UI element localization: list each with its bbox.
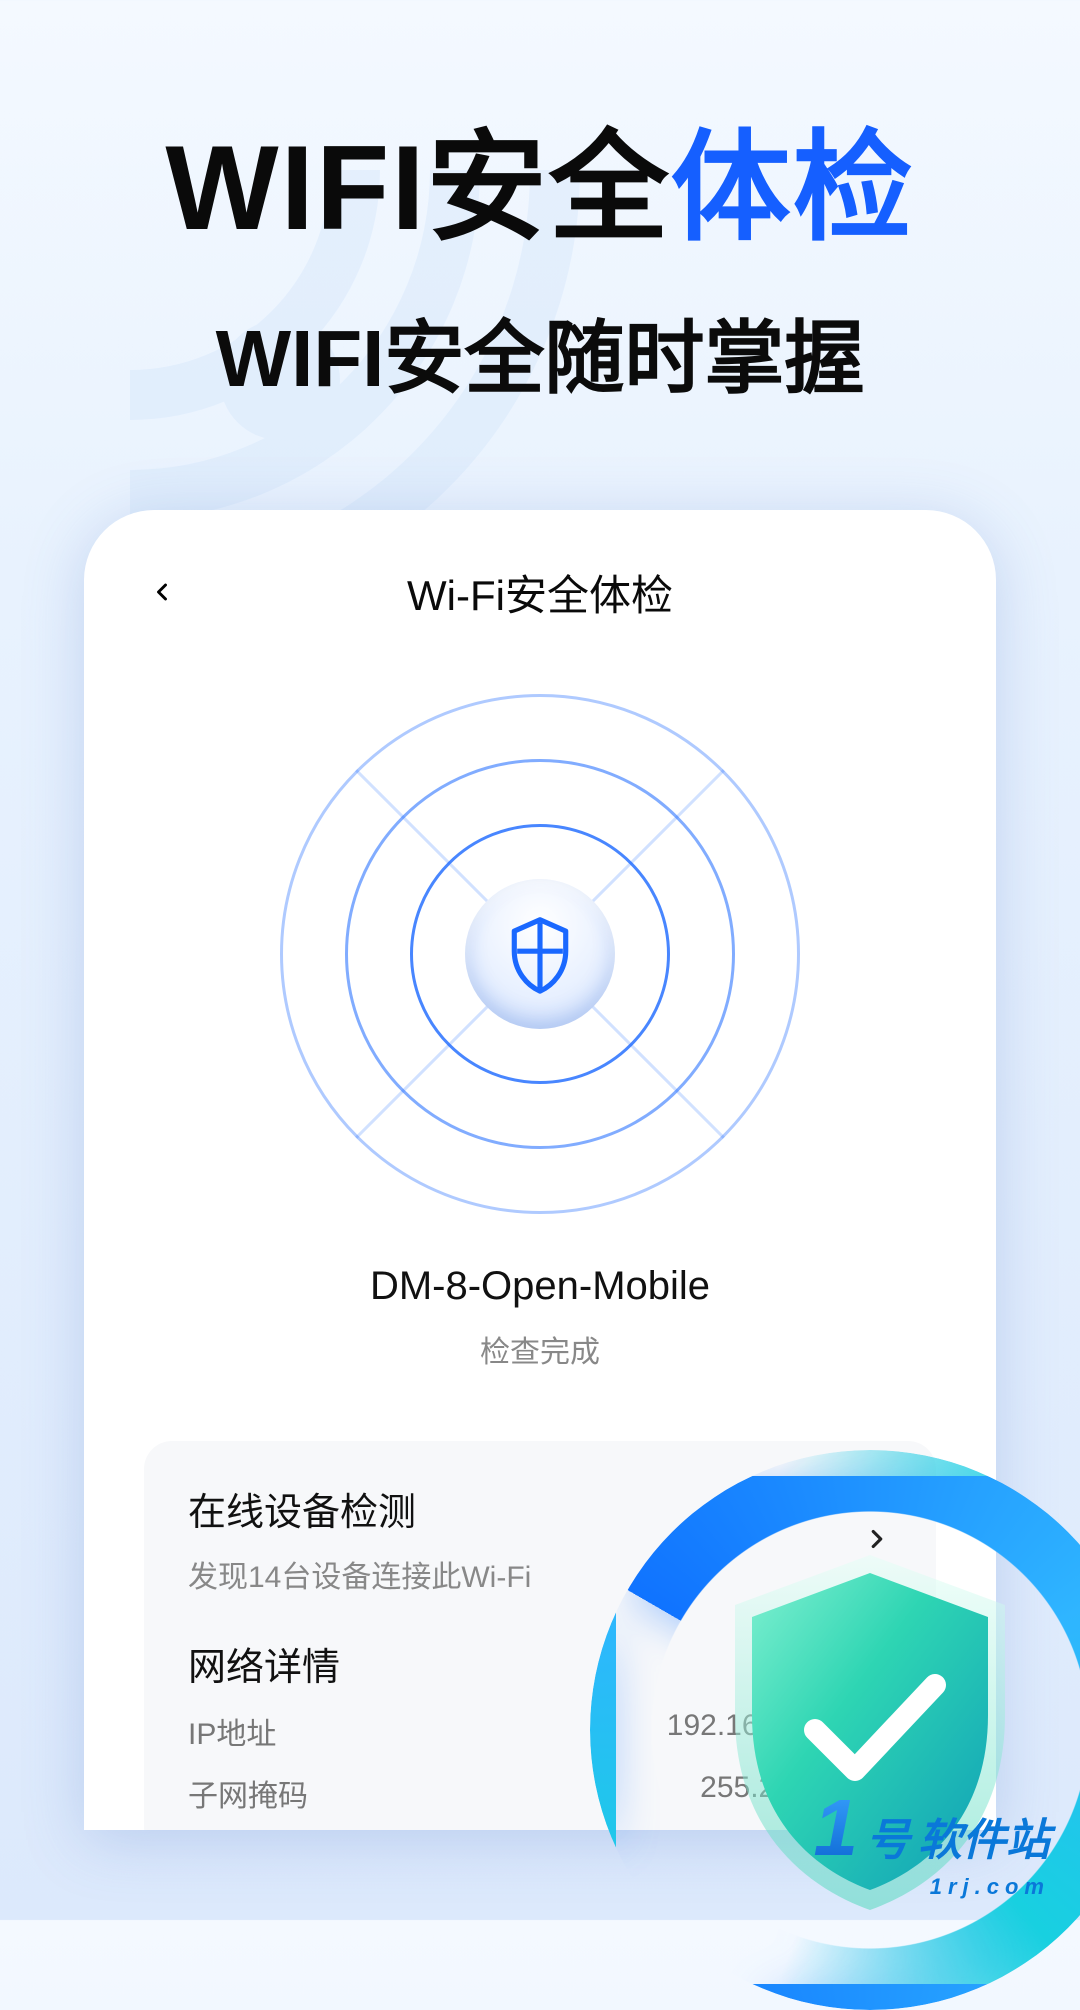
network-name: DM-8-Open-Mobile <box>144 1264 936 1309</box>
device-detect-title: 在线设备检测 <box>188 1481 531 1536</box>
watermark-domain: 1rj.com <box>814 1874 1051 1900</box>
watermark: 1 号 软件站 1rj.com <box>814 1782 1051 1900</box>
hero-title: WIFI安全体检 <box>0 90 1080 264</box>
watermark-suffix: 号 <box>866 1804 910 1868</box>
shield-icon <box>505 914 575 994</box>
detail-label: IP地址 <box>188 1709 276 1753</box>
detail-label: 子网掩码 <box>188 1771 308 1815</box>
phone-header: Wi-Fi安全体检 <box>144 560 936 624</box>
phone-page-title: Wi-Fi安全体检 <box>407 562 673 623</box>
watermark-label: 软件站 <box>918 1804 1050 1868</box>
back-button[interactable] <box>144 574 180 610</box>
chevron-left-icon <box>148 578 176 606</box>
hero-section: WIFI安全体检 WIFI安全随时掌握 <box>0 0 1080 410</box>
watermark-num: 1 <box>814 1782 859 1874</box>
security-badge-decor <box>590 1450 1080 2010</box>
check-status: 检查完成 <box>144 1327 936 1371</box>
hero-title-part1: WIFI安全 <box>165 121 670 255</box>
hero-title-accent: 体检 <box>671 121 915 255</box>
radar-center <box>465 879 615 1029</box>
radar-scan <box>280 694 800 1214</box>
hero-subtitle: WIFI安全随时掌握 <box>0 294 1080 410</box>
device-detect-sub: 发现14台设备连接此Wi-Fi <box>188 1552 531 1596</box>
